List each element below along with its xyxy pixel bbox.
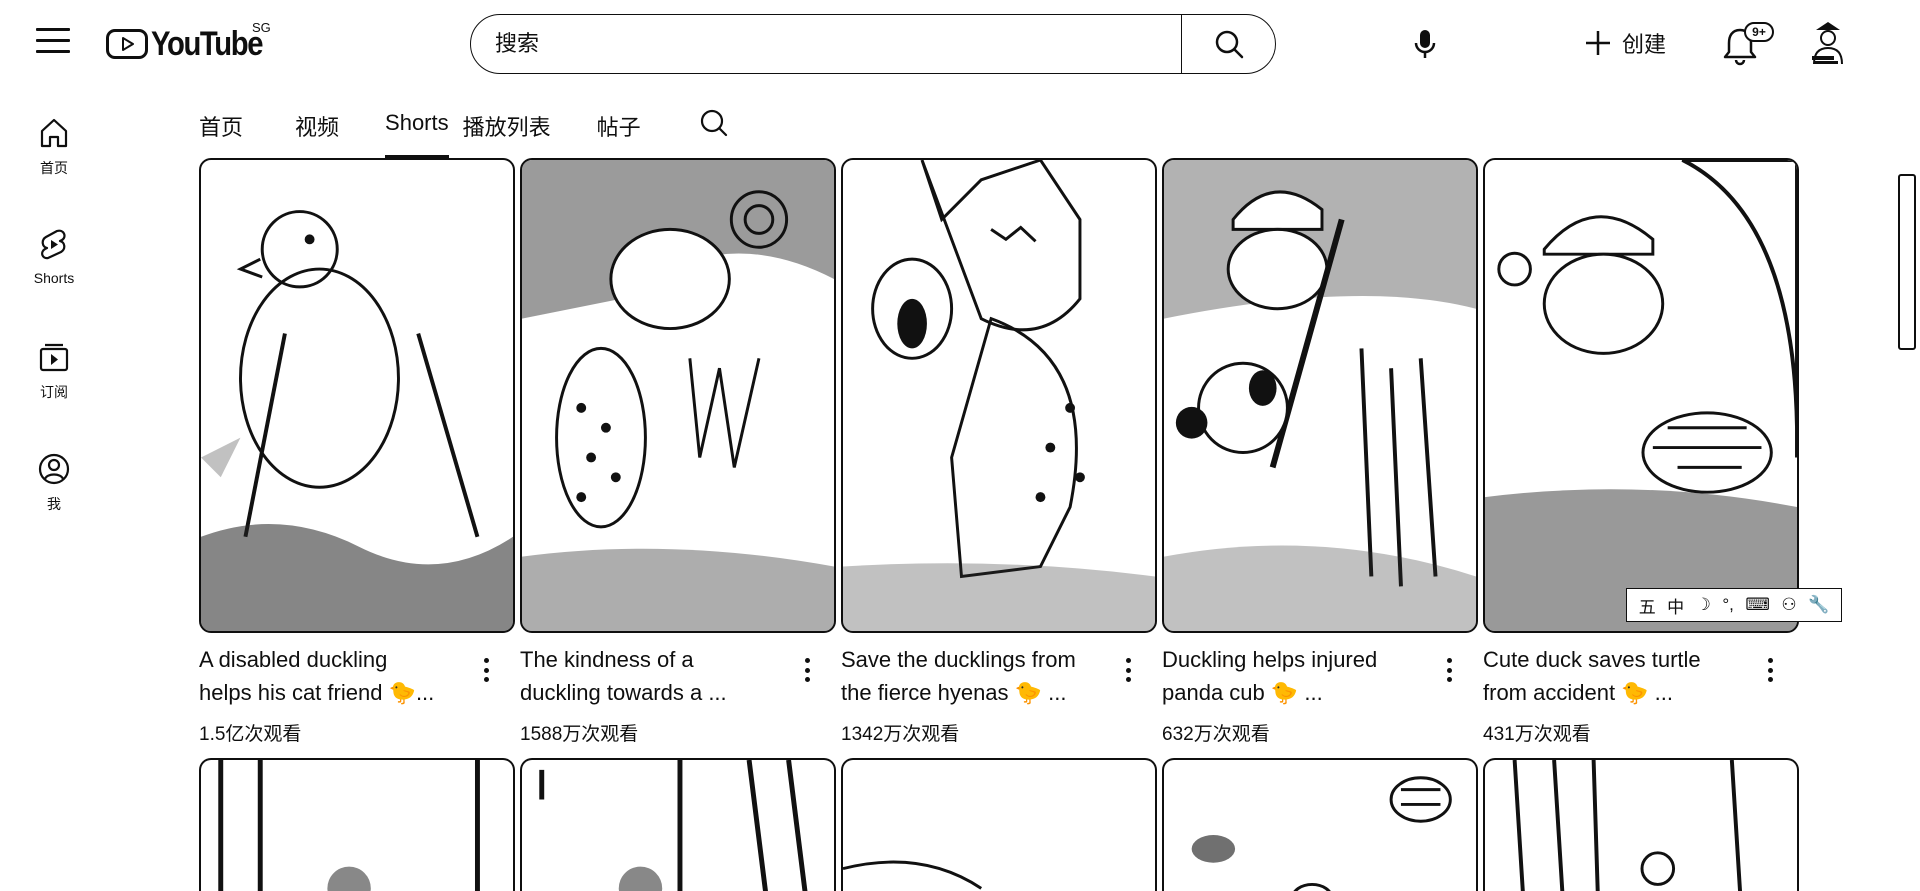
search-icon (700, 109, 727, 137)
short-title-line1: Duckling helps injured (1162, 647, 1378, 672)
short-thumbnail[interactable] (1162, 758, 1478, 891)
short-thumbnail[interactable] (1162, 158, 1478, 633)
short-title-line1: Save the ducklings from (841, 647, 1076, 672)
short-thumbnail[interactable] (199, 158, 515, 633)
search-box (470, 14, 1276, 74)
short-views: 431万次观看 (1483, 724, 1591, 745)
short-title[interactable]: Duckling helps injured panda cub 🐤 ... (1162, 643, 1448, 709)
user-icon[interactable]: ⚇ (1781, 595, 1796, 615)
short-title-line2: from accident 🐤 ... (1483, 680, 1674, 705)
create-label: 创建 (1622, 32, 1667, 57)
short-views: 1588万次观看 (520, 724, 639, 745)
youtube-logo[interactable]: YouTube SG (106, 20, 280, 64)
notification-badge: 9+ (1744, 22, 1774, 42)
search-icon (1215, 30, 1243, 59)
more-options-button[interactable] (1763, 655, 1777, 685)
short-views: 1342万次观看 (841, 724, 960, 745)
tab-posts[interactable]: 帖子 (597, 100, 641, 158)
sidebar-item-label: 首页 (40, 160, 68, 176)
tab-videos[interactable]: 视频 (295, 100, 339, 158)
subscriptions-icon (39, 343, 69, 372)
sidebar-item-label: Shorts (33, 270, 75, 286)
short-thumbnail[interactable] (1483, 758, 1799, 891)
keyboard-icon[interactable]: ⌨ (1745, 595, 1770, 615)
channel-tabs: 首页 视频 Shorts 播放列表 帖子 (199, 100, 729, 158)
short-title[interactable]: Cute duck saves turtle from accident 🐤 .… (1483, 643, 1769, 709)
short-thumbnail[interactable] (841, 158, 1157, 633)
short-title-line1: A disabled duckling (199, 647, 388, 672)
home-icon (40, 118, 68, 148)
sidebar-item-you[interactable]: 我 (0, 440, 108, 552)
shorts-icon (41, 229, 66, 260)
sidebar-item-label: 我 (47, 496, 61, 512)
wrench-icon[interactable]: 🔧 (1808, 595, 1829, 615)
ime-punctuation-button[interactable]: °, (1722, 595, 1734, 615)
short-title-line2: helps his cat friend 🐤... (199, 680, 435, 705)
short-title[interactable]: A disabled duckling helps his cat friend… (199, 643, 485, 709)
tab-search-button[interactable] (699, 100, 729, 158)
short-title-line1: The kindness of a (520, 647, 694, 672)
region-code: SG (252, 20, 271, 35)
ime-language-button[interactable]: 中 (1667, 593, 1684, 618)
short-thumbnail[interactable] (1483, 158, 1799, 633)
sidebar-item-home[interactable]: 首页 (0, 104, 108, 216)
left-rail: 首页 Shorts 订阅 我 (0, 104, 108, 552)
short-thumbnail[interactable] (841, 758, 1157, 891)
ime-input-mode-button[interactable]: 五 (1639, 593, 1656, 618)
ime-toolbar: 五 中 ☽ °, ⌨ ⚇ 🔧 (1626, 588, 1842, 622)
ime-width-button[interactable]: ☽ (1696, 595, 1711, 615)
short-views: 632万次观看 (1162, 724, 1270, 745)
short-title-line2: duckling towards a ... (520, 680, 727, 705)
plus-icon (1586, 31, 1610, 55)
short-title[interactable]: The kindness of a duckling towards a ... (520, 643, 806, 709)
short-thumbnail[interactable] (520, 758, 836, 891)
short-views: 1.5亿次观看 (199, 724, 302, 745)
voice-search-button[interactable] (1405, 24, 1445, 64)
logo-text: YouTube (151, 24, 263, 63)
short-thumbnail[interactable] (199, 758, 515, 891)
you-icon (38, 453, 70, 485)
short-thumbnail[interactable] (520, 158, 836, 633)
tab-shorts[interactable]: Shorts (385, 100, 449, 158)
youtube-play-icon (106, 29, 148, 59)
microphone-icon (1414, 30, 1436, 58)
avatar[interactable] (1806, 18, 1850, 68)
short-title-line2: the fierce hyenas 🐤 ... (841, 680, 1067, 705)
short-title[interactable]: Save the ducklings from the fierce hyena… (841, 643, 1127, 709)
create-button[interactable]: 创建 (1584, 22, 1666, 64)
search-button[interactable] (1181, 15, 1275, 73)
menu-icon[interactable] (36, 28, 70, 58)
short-title-line1: Cute duck saves turtle (1483, 647, 1701, 672)
short-title-line2: panda cub 🐤 ... (1162, 680, 1323, 705)
sidebar-item-shorts[interactable]: Shorts (0, 216, 108, 328)
more-options-button[interactable] (1442, 655, 1456, 685)
sidebar-item-subscriptions[interactable]: 订阅 (0, 328, 108, 440)
more-options-button[interactable] (800, 655, 814, 685)
scrollbar-thumb[interactable] (1898, 174, 1916, 350)
tab-playlists[interactable]: 播放列表 (463, 100, 551, 158)
more-options-button[interactable] (479, 655, 493, 685)
sidebar-item-label: 订阅 (40, 384, 68, 400)
notifications-button[interactable]: 9+ (1722, 20, 1774, 68)
top-bar: YouTube SG 创建 9+ (0, 0, 1920, 86)
more-options-button[interactable] (1121, 655, 1135, 685)
tab-home[interactable]: 首页 (199, 100, 243, 158)
search-input[interactable] (471, 15, 1181, 73)
